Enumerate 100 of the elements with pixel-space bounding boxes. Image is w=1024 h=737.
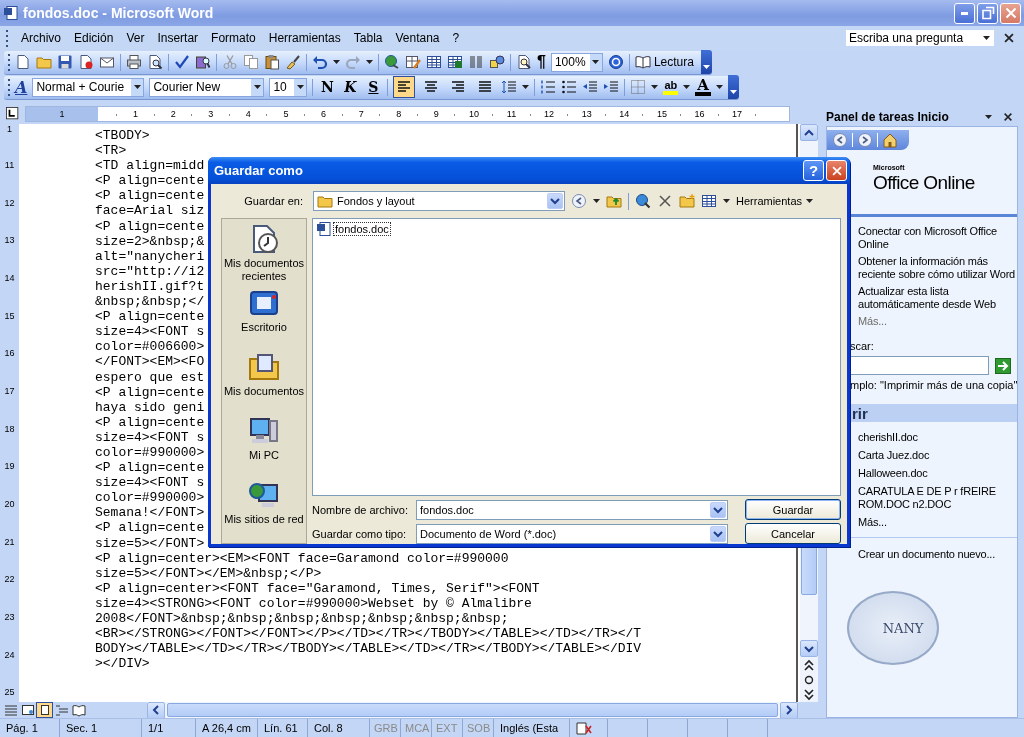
underline-button[interactable]: S [364,79,383,95]
cancel-button[interactable]: Cancelar [745,523,841,544]
pane-link[interactable]: Actualizar esta lista automáticamente desde Web [858,285,1017,311]
copy-pages-icon[interactable] [243,54,259,70]
page-with-badge-icon[interactable] [78,54,94,70]
scroll-thumb[interactable] [167,703,778,717]
highlight-button[interactable]: ab [663,79,679,95]
help-button[interactable]: ? [803,160,824,181]
page-magnifier-icon[interactable] [516,54,532,70]
styles-button[interactable]: A [15,77,28,97]
globe-icon[interactable] [384,54,400,70]
scroll-up-button[interactable] [800,124,818,141]
file-item[interactable]: fondos.doc [333,222,391,236]
caret-icon[interactable] [651,85,659,89]
indent-icon[interactable] [603,79,620,95]
close-icon[interactable] [1002,31,1016,45]
menu-item[interactable]: Herramientas [268,31,341,45]
caret-icon[interactable] [366,60,373,64]
place-item[interactable]: Mi PC [222,415,306,479]
recent-file-link[interactable]: Carta Juez.doc [858,449,1017,462]
font-color-button[interactable]: A [695,78,711,96]
book-cross-icon[interactable] [576,720,592,736]
view-button[interactable] [70,702,87,718]
menu-item[interactable]: ? [452,31,460,45]
zoom-dropdown[interactable]: 100% [550,52,603,72]
check-icon[interactable] [174,54,190,70]
pane-link[interactable]: Obtener la información más reciente sobre cómo utilizar Word [858,255,1017,281]
caret-icon[interactable] [522,85,530,89]
menu-item[interactable]: Formato [211,31,256,45]
menu-item[interactable]: Insertar [157,31,199,45]
caret-icon[interactable] [333,60,340,64]
columns-icon[interactable] [468,54,484,70]
caret-icon[interactable] [683,85,691,89]
close-button[interactable] [826,160,847,181]
reading-button[interactable]: Lectura [634,54,696,70]
recent-file-link[interactable]: Halloween.doc [858,467,1017,480]
globe-magnifier-icon[interactable] [635,193,651,209]
menu-item[interactable]: Archivo [21,31,61,45]
line-spacing-icon[interactable] [501,79,518,95]
caret-icon[interactable] [593,199,600,203]
new-folder-icon[interactable] [679,193,695,209]
show-marks-button[interactable]: ¶ [537,53,546,71]
new-document-link[interactable]: Crear un documento nuevo... [827,548,1017,561]
search-field[interactable] [850,356,989,375]
pane-link[interactable]: Conectar con Microsoft Office Online [858,225,1017,251]
shapes-icon[interactable] [489,54,505,70]
caret-icon[interactable] [723,199,730,203]
caret-icon[interactable] [985,115,992,119]
table-pencil-icon[interactable] [405,54,421,70]
menu-item[interactable]: Tabla [353,31,383,45]
close-icon[interactable] [1002,111,1014,123]
italic-button[interactable]: K [341,79,360,95]
numbered-list-icon[interactable] [540,79,557,95]
scroll-down-button[interactable] [800,640,818,657]
folder-dropdown[interactable]: Fondos y layout [313,191,565,211]
place-item[interactable]: Mis sitios de red [222,479,306,543]
toolbar-options-button[interactable] [700,50,712,74]
more-link[interactable]: Más... [858,516,1017,529]
place-item[interactable]: Mis documentos [222,351,306,415]
page-magnifier-icon[interactable] [147,54,163,70]
folder-up-icon[interactable] [606,193,622,209]
page-icon[interactable] [15,54,31,70]
clipboard-icon[interactable] [264,54,280,70]
house-icon[interactable] [882,132,898,148]
recent-file-link[interactable]: CARATULA E DE P r fREIRE ROM.DOC n2.DOC [858,485,1017,511]
bullet-list-icon[interactable] [561,79,578,95]
toolbar-options-button[interactable] [727,75,739,99]
style-dropdown[interactable]: Normal + Courie [32,77,145,97]
view-grid-icon[interactable] [701,193,717,209]
save-button[interactable]: Guardar [745,499,841,520]
bold-button[interactable]: N [318,79,337,95]
restore-button[interactable] [977,2,998,24]
book-magnifier-icon[interactable] [195,54,211,70]
menu-item[interactable]: Edición [74,31,114,45]
folder-icon[interactable] [36,54,52,70]
view-button[interactable] [36,702,53,718]
close-button[interactable] [1000,2,1021,24]
tools-menu[interactable]: Herramientas [736,195,814,207]
table-grid-icon[interactable] [426,54,442,70]
help-icon[interactable] [607,54,624,70]
file-name-field[interactable]: fondos.doc [416,499,728,520]
envelope-icon[interactable] [99,54,115,70]
question-field[interactable]: Escriba una pregunta [845,29,995,47]
spreadsheet-icon[interactable] [447,54,463,70]
outdent-icon[interactable] [582,79,599,95]
font-dropdown[interactable]: Courier New [149,77,265,97]
cross-icon[interactable] [657,193,673,209]
align-left-button[interactable] [393,76,416,98]
search-go-button[interactable] [995,357,1011,374]
minimize-button[interactable] [954,2,975,24]
recent-file-link[interactable]: cherishII.doc [858,431,1017,444]
font-size-dropdown[interactable]: 10 [269,77,308,97]
tab-stop-icon[interactable] [5,107,20,121]
view-button[interactable] [19,702,36,718]
printer-icon[interactable] [126,54,142,70]
brush-icon[interactable] [285,54,301,70]
place-item[interactable]: Mis documentos recientes [222,223,306,287]
place-item[interactable]: Escritorio [222,287,306,351]
file-type-dropdown[interactable]: Documento de Word (*.doc) [416,523,728,544]
menu-item[interactable]: Ver [126,31,145,45]
